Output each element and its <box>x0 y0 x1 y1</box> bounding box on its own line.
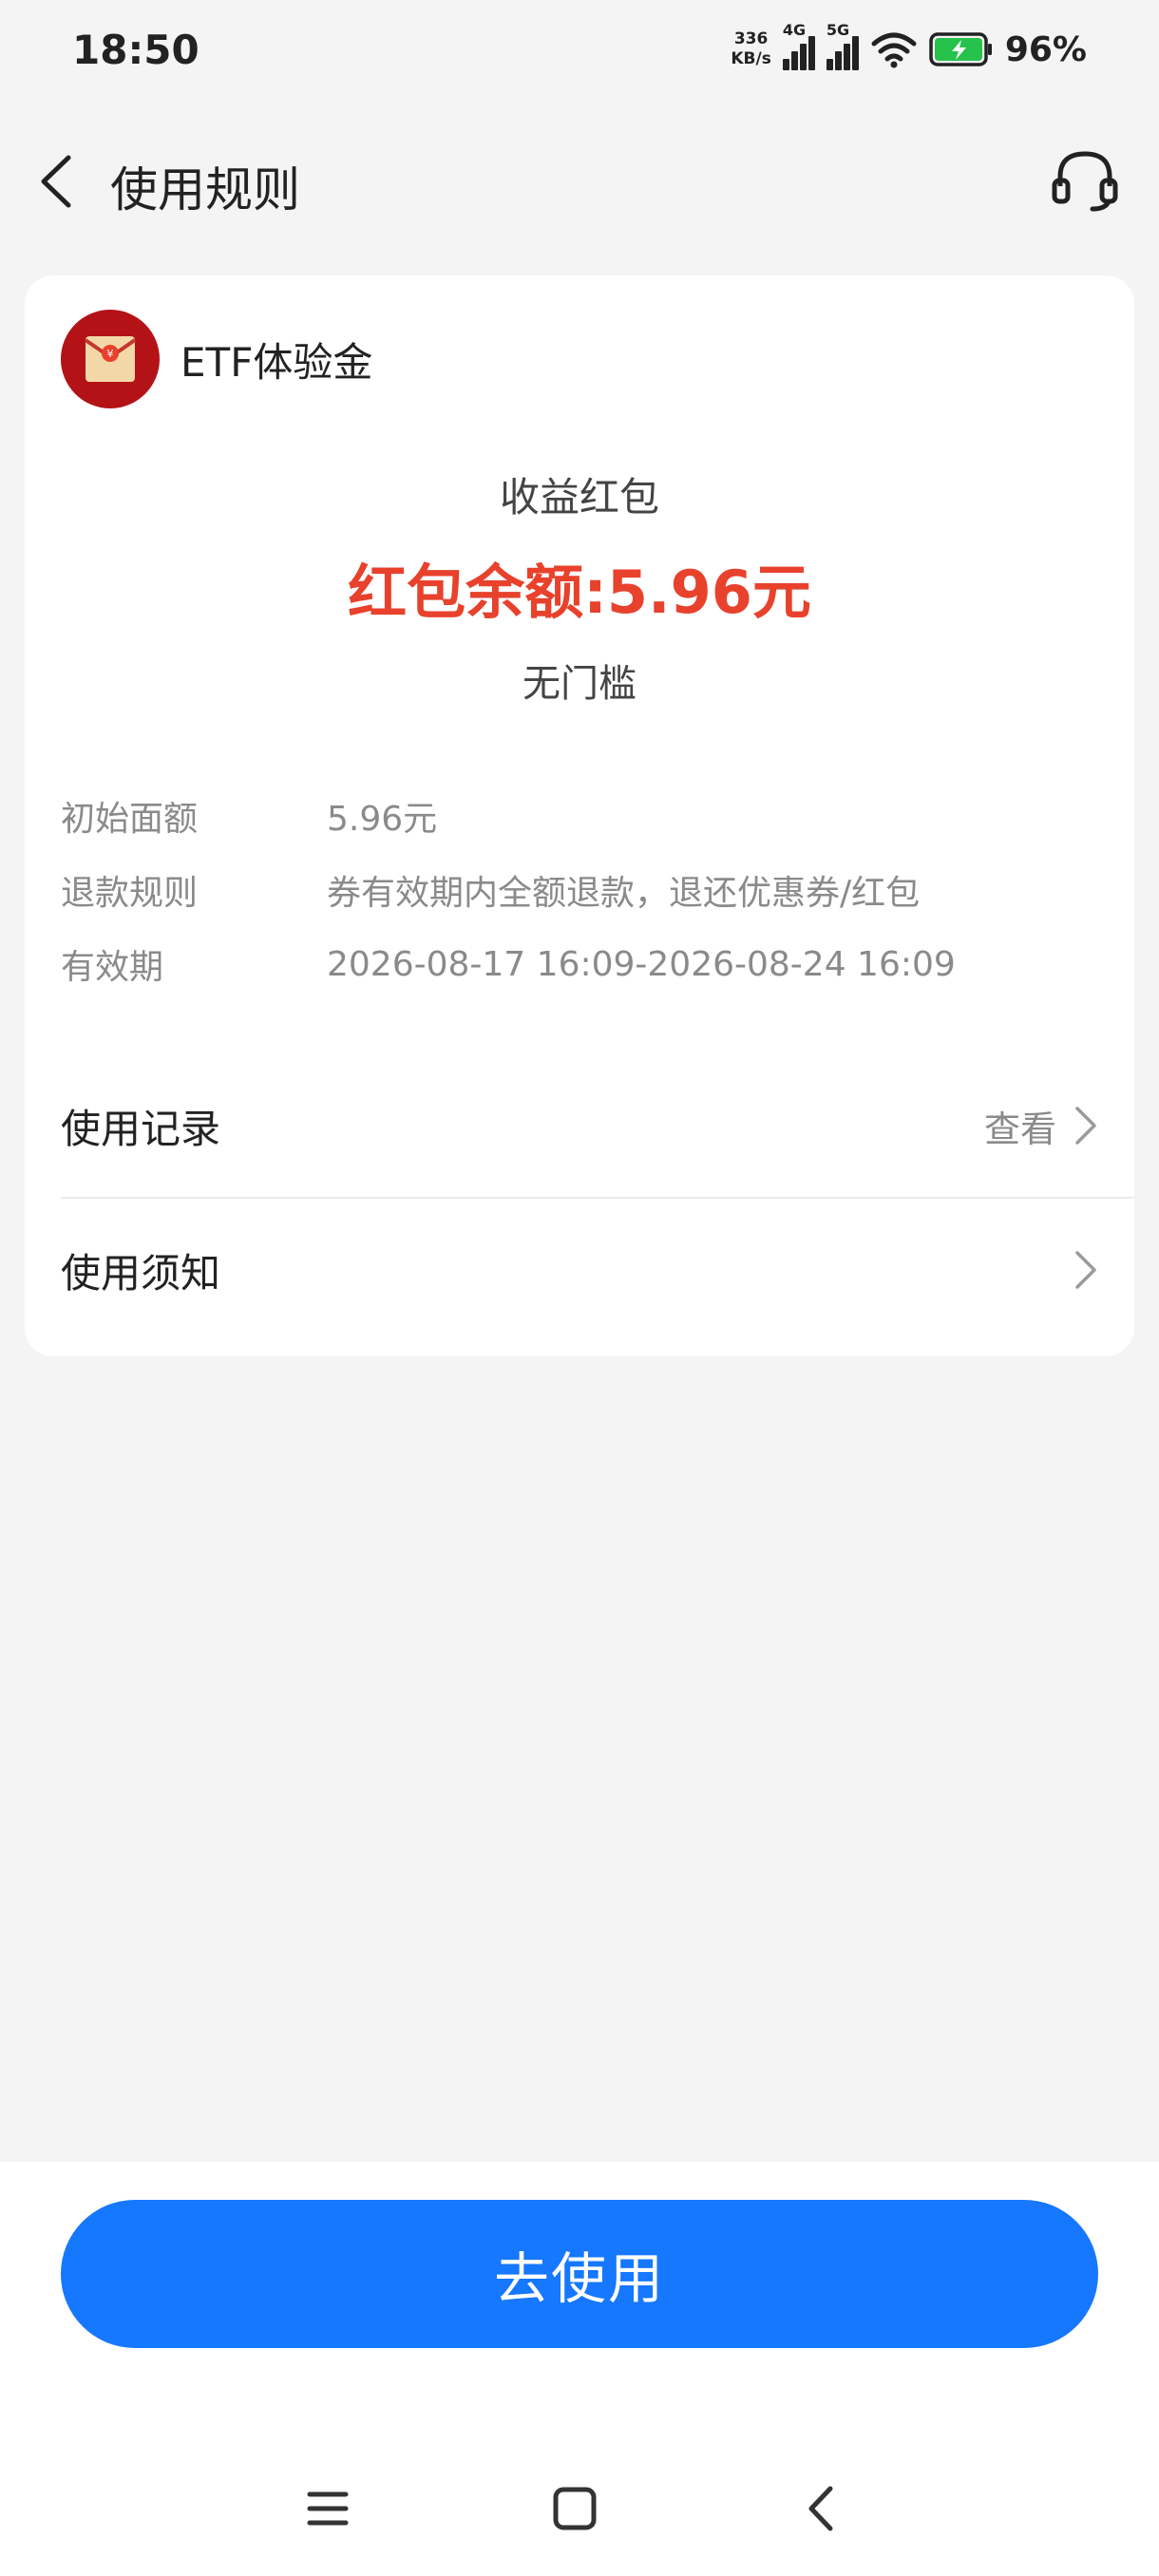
view-link[interactable]: 查看 <box>984 1100 1056 1152</box>
network-speed-value: 336 <box>733 29 769 48</box>
chevron-right-icon <box>1075 1251 1096 1289</box>
status-time: 18:50 <box>72 26 200 73</box>
detail-row-refund-rule: 退款规则 券有效期内全额退款，退还优惠券/红包 <box>61 853 1096 927</box>
signal-5g-icon: 5G <box>826 21 859 70</box>
coupon-type: 收益红包 <box>499 474 659 521</box>
detail-row-validity: 有效期 2026-08-17 16:09-2026-08-24 16:09 <box>61 927 1096 1001</box>
network-speed: 336 KB/s <box>731 29 770 69</box>
headset-icon[interactable] <box>1049 144 1121 217</box>
detail-label: 退款规则 <box>61 874 199 913</box>
detail-value: 5.96元 <box>327 800 438 839</box>
details-list: 初始面额 5.96元 退款规则 券有效期内全额退款，退还优惠券/红包 有效期 2… <box>61 779 1096 1001</box>
usage-notice-label: 使用须知 <box>61 1249 221 1297</box>
chevron-right-icon <box>1075 1107 1096 1145</box>
use-button[interactable]: 去使用 <box>61 2200 1098 2348</box>
detail-row-initial-amount: 初始面额 5.96元 <box>61 779 1096 853</box>
svg-text:¥: ¥ <box>107 348 114 360</box>
detail-label: 有效期 <box>61 948 164 987</box>
network-speed-unit: KB/s <box>731 49 771 68</box>
detail-label: 初始面额 <box>61 800 199 839</box>
page-title: 使用规则 <box>110 162 300 218</box>
chevron-left-icon[interactable] <box>28 148 86 215</box>
card-title: ETF体验金 <box>180 338 373 386</box>
coupon-card: ¥ ETF体验金 收益红包 红包余额:5.96元 无门槛 初始面额 5.96元 … <box>25 275 1134 1356</box>
threshold-label: 无门槛 <box>522 662 636 706</box>
back-triangle-icon[interactable] <box>788 2475 855 2542</box>
detail-value: 券有效期内全额退款，退还优惠券/红包 <box>327 874 921 913</box>
usage-record-row[interactable]: 使用记录 查看 <box>61 1054 1098 1197</box>
detail-value: 2026-08-17 16:09-2026-08-24 16:09 <box>327 944 956 984</box>
signal-4g-icon: 4G <box>782 21 815 70</box>
usage-record-label: 使用记录 <box>61 1105 221 1152</box>
balance-amount: 红包余额:5.96元 <box>348 558 811 627</box>
menu-icon[interactable] <box>294 2475 361 2542</box>
wifi-icon <box>871 32 917 68</box>
battery-percent: 96% <box>1004 29 1087 69</box>
red-envelope-icon: ¥ <box>61 310 160 408</box>
usage-notice-row[interactable]: 使用须知 <box>61 1199 1098 1341</box>
balance-block: 收益红包 红包余额:5.96元 无门槛 <box>25 465 1134 708</box>
bottom-action-area: 去使用 <box>0 2162 1159 2576</box>
card-header: ¥ ETF体验金 <box>61 310 372 408</box>
battery-charging-icon <box>929 32 992 66</box>
system-navigation-bar <box>0 2475 1159 2551</box>
status-bar: 18:50 336 KB/s 4G 5G 96% <box>0 0 1159 99</box>
status-icons: 336 KB/s 4G 5G 96% <box>731 21 1087 70</box>
nav-bar: 使用规则 <box>0 123 1159 237</box>
home-square-icon[interactable] <box>542 2475 608 2542</box>
